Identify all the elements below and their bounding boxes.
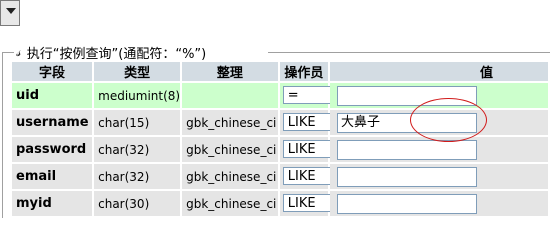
operator-selected: LIKE <box>287 169 316 184</box>
table-row: myid char(30) gbk_chinese_ci LIKE <box>12 191 548 216</box>
field-type: char(30) <box>94 191 181 216</box>
operator-cell: LIKE <box>279 164 383 189</box>
field-type: char(32) <box>94 137 181 162</box>
field-collation: gbk_chinese_ci <box>182 110 278 135</box>
operator-cell: = <box>279 83 383 108</box>
field-collation: gbk_chinese_ci <box>182 191 278 216</box>
operator-selected: LIKE <box>287 196 316 211</box>
table-row: uid mediumint(8) = <box>12 83 548 108</box>
table-header-row: 字段 类型 整理 操作员 值 <box>12 62 548 81</box>
chevron-down-icon <box>6 8 16 14</box>
field-collation <box>182 83 278 108</box>
operator-selected: = <box>287 88 299 103</box>
value-cell <box>329 83 548 108</box>
field-type: char(15) <box>94 110 181 135</box>
operator-selected: LIKE <box>287 142 316 157</box>
operator-selected: LIKE <box>287 115 316 130</box>
top-toolbar <box>0 0 550 34</box>
table-row: email char(32) gbk_chinese_ci LIKE <box>12 164 548 189</box>
field-type: char(32) <box>94 164 181 189</box>
value-cell <box>329 191 548 216</box>
column-header-collation: 整理 <box>182 62 278 81</box>
column-header-type: 类型 <box>94 62 181 81</box>
operator-cell: LIKE <box>279 137 383 162</box>
operator-cell: LIKE <box>279 110 383 135</box>
legend-text: 执行“按例查询”(通配符：“%”) <box>26 46 207 62</box>
search-table: 字段 类型 整理 操作员 值 uid mediumint(8) = userna… <box>10 60 550 218</box>
operator-cell: LIKE <box>279 191 383 216</box>
value-cell: 大鼻子 <box>329 110 548 135</box>
value-input[interactable]: 大鼻子 <box>336 113 477 133</box>
value-input[interactable] <box>336 140 477 160</box>
table-row: password char(32) gbk_chinese_ci LIKE <box>12 137 548 162</box>
field-type: mediumint(8) <box>94 83 181 108</box>
field-name: username <box>12 110 93 135</box>
value-cell <box>329 137 548 162</box>
fieldset-border <box>2 52 3 218</box>
value-input[interactable] <box>336 167 477 187</box>
fieldset-border <box>2 52 14 53</box>
field-collation: gbk_chinese_ci <box>182 137 278 162</box>
value-cell <box>329 164 548 189</box>
fieldset-border <box>268 52 550 53</box>
field-name: password <box>12 137 93 162</box>
value-input[interactable] <box>336 86 477 106</box>
field-name: myid <box>12 191 93 216</box>
column-header-value: 值 <box>329 62 548 81</box>
field-name: email <box>12 164 93 189</box>
table-row: username char(15) gbk_chinese_ci LIKE 大鼻… <box>12 110 548 135</box>
field-collation: gbk_chinese_ci <box>182 164 278 189</box>
scroll-down-button[interactable] <box>0 0 20 26</box>
value-input[interactable] <box>336 194 477 214</box>
column-header-field: 字段 <box>12 62 93 81</box>
column-header-operator: 操作员 <box>279 62 328 81</box>
field-name: uid <box>12 83 93 108</box>
query-icon: 𝓈 <box>16 44 21 60</box>
fieldset-legend: 𝓈 执行“按例查询”(通配符：“%”) <box>16 43 207 62</box>
